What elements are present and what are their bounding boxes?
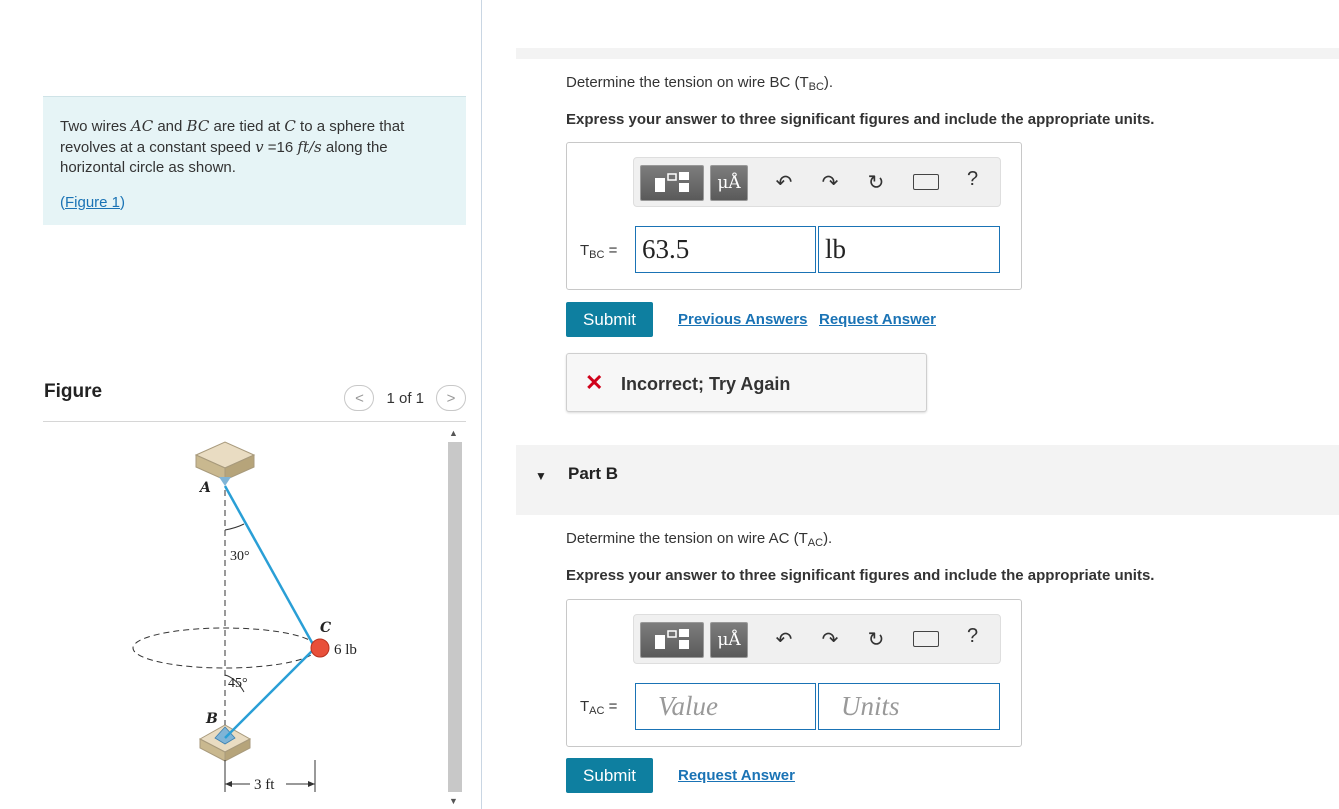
label-a: A (198, 480, 211, 496)
angle-arc-30 (224, 523, 245, 531)
templates-icon[interactable] (640, 622, 704, 658)
prev-figure-button[interactable]: < (344, 385, 375, 411)
label-distance: 3 ft (254, 777, 275, 793)
scrollbar-thumb[interactable] (448, 442, 462, 792)
part-b-header[interactable]: ▼ Part B (516, 445, 1339, 515)
sphere (310, 638, 330, 658)
var-v: v (255, 138, 264, 156)
feedback-box: ✕ Incorrect; Try Again (566, 353, 927, 412)
var-bc: BC (186, 117, 210, 135)
figure-link-line: (Figure 1) (60, 194, 126, 211)
tbc-value-input[interactable]: 63.5 (635, 226, 816, 273)
var-ac: AC (130, 117, 154, 135)
collapse-caret-icon[interactable]: ▼ (535, 469, 547, 483)
part-a-question: Determine the tension on wire BC (TBC). (566, 74, 834, 93)
tbc-label: TBC = (580, 242, 618, 261)
help-icon[interactable]: ? (967, 625, 978, 648)
part-a-request-answer-link[interactable]: Request Answer (819, 311, 936, 328)
part-b-answer-box: μÅ ↶ ↷ ↻ ? TAC = Value Units (566, 599, 1022, 747)
figure-scrollbar[interactable]: ▲ ▼ (446, 428, 464, 809)
tac-units-input[interactable]: Units (818, 683, 1000, 730)
templates-icon[interactable] (640, 165, 704, 201)
tac-value-input[interactable]: Value (635, 683, 816, 730)
figure-link[interactable]: Figure 1 (65, 194, 120, 211)
undo-icon[interactable]: ↶ (772, 170, 796, 194)
var-c: C (284, 117, 296, 135)
units-icon[interactable]: μÅ (710, 622, 748, 658)
part-a-submit-button[interactable]: Submit (566, 302, 653, 337)
label-angle-30: 30° (230, 549, 250, 564)
label-weight: 6 lb (334, 642, 357, 658)
dim-arrow-left (225, 781, 232, 787)
left-panel: Two wires AC and BC are tied at C to a s… (0, 0, 482, 809)
scroll-down-icon[interactable]: ▼ (449, 796, 458, 806)
tbc-units-input[interactable]: lb (818, 226, 1000, 273)
redo-icon[interactable]: ↷ (818, 170, 842, 194)
wire-ac (223, 485, 317, 649)
label-c: C (320, 620, 331, 636)
part-b-submit-button[interactable]: Submit (566, 758, 653, 793)
part-a-header-bar (516, 48, 1339, 59)
reset-icon[interactable]: ↻ (864, 627, 888, 651)
figure-image: A B C 30° 45° 6 lb 3 ft (43, 430, 443, 809)
dim-arrow-right (308, 781, 315, 787)
tac-label: TAC = (580, 698, 618, 717)
label-b: B (205, 711, 218, 727)
unit-fts: ft/s (297, 138, 322, 156)
redo-icon[interactable]: ↷ (818, 627, 842, 651)
label-angle-45: 45° (228, 676, 248, 691)
undo-icon[interactable]: ↶ (772, 627, 796, 651)
part-b-toolbar: μÅ ↶ ↷ ↻ ? (633, 614, 1001, 664)
help-icon[interactable]: ? (967, 168, 978, 191)
part-b-title: Part B (568, 464, 619, 483)
part-b-instruction: Express your answer to three significant… (566, 567, 1155, 584)
part-a-answer-box: μÅ ↶ ↷ ↻ ? TBC = 63.5 lb (566, 142, 1022, 290)
figure-title: Figure (44, 381, 103, 402)
keyboard-icon[interactable] (913, 631, 939, 647)
problem-text: Two wires AC and BC are tied at C to a s… (60, 117, 405, 176)
keyboard-icon[interactable] (913, 174, 939, 190)
scroll-up-icon[interactable]: ▲ (449, 428, 458, 438)
problem-statement: Two wires AC and BC are tied at C to a s… (43, 96, 466, 225)
units-icon[interactable]: μÅ (710, 165, 748, 201)
feedback-text: Incorrect; Try Again (621, 374, 791, 394)
part-a-toolbar: μÅ ↶ ↷ ↻ ? (633, 157, 1001, 207)
incorrect-icon: ✕ (585, 370, 604, 395)
part-b-request-answer-link[interactable]: Request Answer (678, 767, 795, 784)
part-a-instruction: Express your answer to three significant… (566, 111, 1155, 128)
wire-bc (224, 647, 316, 739)
part-b-question: Determine the tension on wire AC (TAC). (566, 530, 833, 549)
reset-icon[interactable]: ↻ (864, 170, 888, 194)
figure-pager: < 1 of 1 > (344, 385, 466, 411)
next-figure-button[interactable]: > (436, 385, 466, 411)
figure-diagram: A B C 30° 45° 6 lb 3 ft (132, 441, 357, 793)
figure-header: Figure < 1 of 1 > (43, 380, 466, 422)
pager-text: 1 of 1 (386, 389, 424, 407)
previous-answers-link[interactable]: Previous Answers (678, 311, 808, 328)
bottom-support (198, 724, 252, 762)
